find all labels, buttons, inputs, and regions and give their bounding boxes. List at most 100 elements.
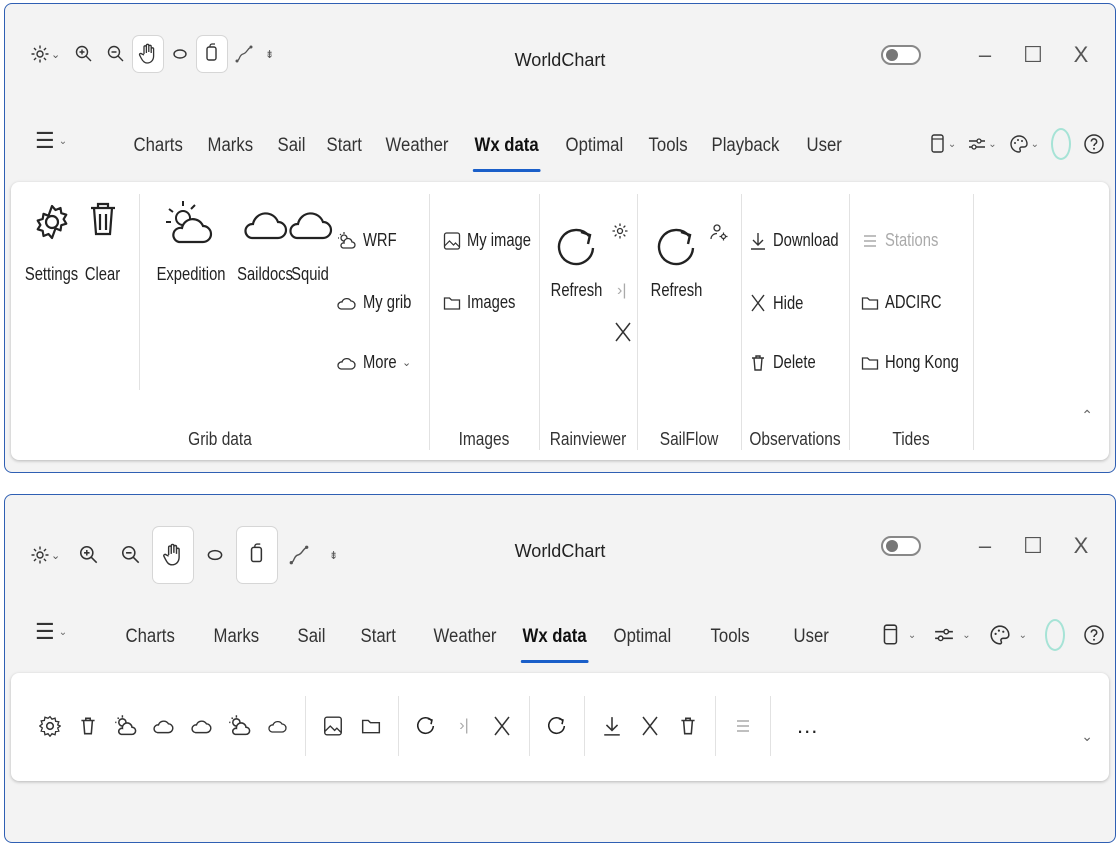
my-grib-button[interactable]: My grib — [337, 292, 422, 313]
sliders-icon[interactable]: ⌄ — [934, 625, 971, 645]
tab-marks[interactable]: Marks — [197, 126, 264, 166]
chevron-down-icon: ⌄ — [58, 135, 68, 147]
download-icon — [751, 232, 765, 250]
separator — [973, 194, 974, 450]
stations-button[interactable]: Stations — [861, 230, 950, 251]
theme-toggle[interactable] — [881, 45, 921, 65]
minimize-button[interactable]: – — [961, 533, 1009, 559]
tab-strip: Charts Marks Sail Start Weather Wx data … — [115, 617, 841, 663]
sun-cloud-icon[interactable] — [221, 706, 259, 746]
separator — [139, 194, 140, 390]
phone-icon[interactable]: ⌄ — [882, 623, 916, 647]
tab-weather[interactable]: Weather — [423, 617, 507, 657]
tab-start[interactable]: Start — [350, 617, 406, 657]
list-icon[interactable] — [724, 706, 762, 746]
window-controls: – ☐ X — [881, 533, 1105, 559]
cloud-icon — [289, 212, 333, 240]
images-button[interactable]: Images — [443, 292, 526, 313]
chevron-down-icon: ⌄ — [402, 357, 412, 369]
settings-button[interactable]: Settings — [19, 192, 84, 285]
more-overflow-button[interactable]: ... — [797, 713, 818, 739]
expedition-button[interactable]: Expedition — [149, 192, 233, 285]
close-button[interactable]: X — [1057, 42, 1105, 68]
tab-charts[interactable]: Charts — [115, 617, 185, 657]
user-settings-icon[interactable] — [709, 222, 729, 247]
hamburger-menu-button[interactable]: ☰ ⌄ — [35, 128, 67, 154]
group-rainviewer: Refresh ›| Rainviewer — [539, 182, 637, 460]
close-icon[interactable] — [631, 706, 669, 746]
cloud-icon[interactable] — [183, 706, 221, 746]
tab-wx-data[interactable]: Wx data — [464, 126, 549, 172]
group-label: Images — [458, 429, 510, 449]
cloud-icon[interactable] — [259, 706, 297, 746]
tab-sail[interactable]: Sail — [267, 126, 316, 166]
maximize-button[interactable]: ☐ — [1009, 533, 1057, 559]
help-icon[interactable] — [1083, 133, 1105, 155]
skip-next-icon[interactable]: ›| — [445, 706, 483, 746]
group-grib-data: Settings Clear Expedition Saildocs Squid — [11, 182, 429, 460]
tab-tools[interactable]: Tools — [638, 126, 698, 166]
list-icon — [864, 234, 876, 247]
trash-icon[interactable] — [69, 706, 107, 746]
theme-toggle[interactable] — [881, 536, 921, 556]
folder-icon[interactable] — [352, 706, 390, 746]
tab-tools[interactable]: Tools — [700, 617, 760, 657]
sliders-icon[interactable]: ⌄ — [968, 135, 997, 153]
my-image-button[interactable]: My image — [443, 230, 545, 251]
title-bar: ⌄ ⇟ WorldChart – ☐ X — [5, 495, 1115, 595]
hide-button[interactable]: Hide — [749, 292, 810, 314]
tab-wx-data[interactable]: Wx data — [512, 617, 597, 663]
tab-user[interactable]: User — [783, 617, 839, 657]
image-icon[interactable] — [314, 706, 352, 746]
sailflow-refresh-button[interactable]: Refresh — [645, 222, 708, 301]
cloud-icon[interactable] — [145, 706, 183, 746]
squid-button[interactable]: Squid — [287, 192, 333, 285]
tab-optimal[interactable]: Optimal — [603, 617, 682, 657]
rainviewer-refresh-button[interactable]: Refresh — [545, 222, 608, 301]
palette-icon[interactable]: ⌄ — [1009, 134, 1039, 154]
wrf-button[interactable]: WRF — [337, 230, 404, 251]
hamburger-menu-button[interactable]: ☰ ⌄ — [35, 619, 67, 645]
gear-icon[interactable] — [31, 706, 69, 746]
group-label: Grib data — [188, 429, 252, 449]
trash-icon[interactable] — [669, 706, 707, 746]
maximize-button[interactable]: ☐ — [1009, 42, 1057, 68]
sun-cloud-icon[interactable] — [107, 706, 145, 746]
minimize-button[interactable]: – — [961, 42, 1009, 68]
refresh-icon[interactable] — [538, 706, 576, 746]
tab-start[interactable]: Start — [316, 126, 372, 166]
sun-cloud-icon — [338, 231, 356, 249]
phone-icon[interactable]: ⌄ — [930, 133, 956, 155]
tab-charts[interactable]: Charts — [123, 126, 193, 166]
skip-next-icon[interactable]: ›| — [617, 282, 626, 300]
help-icon[interactable] — [1083, 624, 1105, 646]
collapse-ribbon-icon[interactable]: ⌃ — [1081, 407, 1093, 424]
tab-weather[interactable]: Weather — [375, 126, 459, 166]
hong-kong-button[interactable]: Hong Kong — [861, 352, 975, 373]
expand-ribbon-icon[interactable]: ⌄ — [1081, 728, 1093, 745]
separator — [398, 696, 399, 756]
tab-marks[interactable]: Marks — [203, 617, 270, 657]
menu-bar: ☰ ⌄ Charts Marks Sail Start Weather Wx d… — [5, 104, 1115, 174]
download-button[interactable]: Download — [749, 230, 853, 251]
tab-optimal[interactable]: Optimal — [555, 126, 634, 166]
delete-button[interactable]: Delete — [749, 352, 825, 373]
download-icon[interactable] — [593, 706, 631, 746]
refresh-icon[interactable] — [407, 706, 445, 746]
adcirc-button[interactable]: ADCIRC — [861, 292, 954, 313]
chevron-down-icon: ⌄ — [58, 626, 68, 638]
tab-playback[interactable]: Playback — [701, 126, 790, 166]
tab-user[interactable]: User — [796, 126, 852, 166]
close-button[interactable]: X — [1057, 533, 1105, 559]
tab-sail[interactable]: Sail — [287, 617, 336, 657]
gear-icon[interactable] — [611, 222, 629, 245]
cloud-icon — [337, 297, 356, 310]
close-icon[interactable] — [613, 320, 633, 349]
group-label: Observations — [749, 429, 841, 449]
palette-icon[interactable]: ⌄ — [989, 624, 1027, 646]
close-icon[interactable] — [483, 706, 521, 746]
clear-button[interactable]: Clear — [81, 192, 124, 285]
title-bar: ⌄ ⇟ WorldChart – ☐ X — [5, 4, 1115, 104]
refresh-icon — [657, 228, 694, 266]
more-grib-dropdown[interactable]: More ⌄ — [337, 352, 411, 373]
